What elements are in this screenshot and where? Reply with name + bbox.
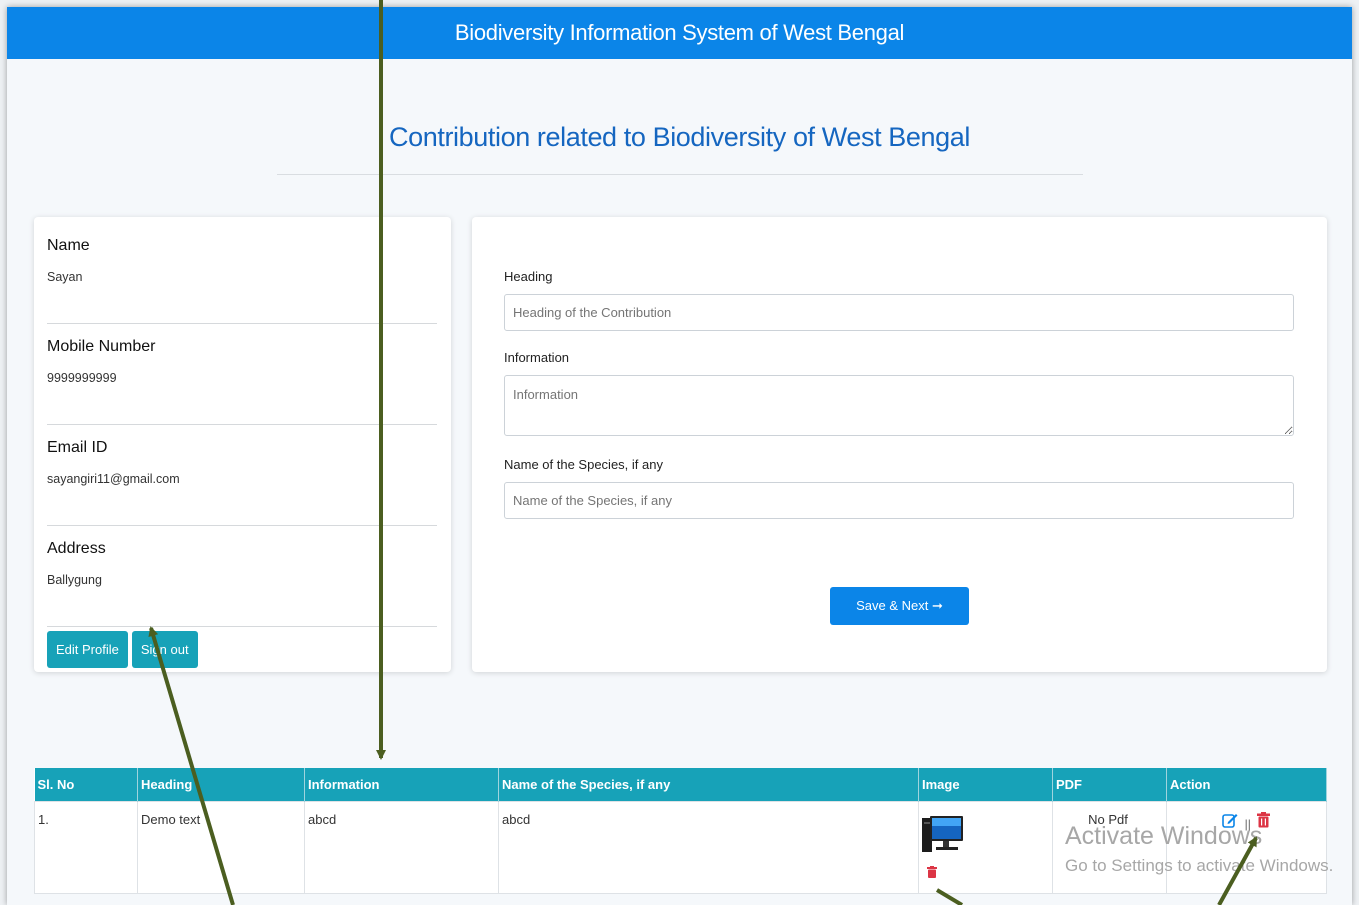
cell-image [918, 800, 1053, 894]
edit-profile-button[interactable]: Edit Profile [47, 631, 128, 668]
cell-sl-no: 1. [34, 800, 138, 894]
profile-card: Name Sayan Mobile Number 9999999999 Emai… [34, 217, 451, 672]
heading-label: Heading [504, 269, 553, 284]
action-separator: || [1244, 816, 1251, 831]
field-label: Name [47, 237, 90, 254]
field-label: Address [47, 540, 106, 557]
table-header-row: Sl. No Heading Information Name of the S… [34, 768, 1327, 801]
column-header: Sl. No [34, 768, 138, 801]
page-title: Contribution related to Biodiversity of … [389, 122, 970, 152]
site-title: Biodiversity Information System of West … [454, 20, 905, 45]
cell-heading: Demo text [137, 800, 305, 894]
field-value: sayangiri11@gmail.com [47, 472, 180, 486]
profile-actions: Edit Profile Sign out [47, 631, 437, 668]
species-input[interactable] [504, 482, 1294, 519]
table-row: 1. Demo text abcd abcd No Pdf || [34, 800, 1327, 894]
delete-icon[interactable] [1257, 811, 1271, 828]
column-header: Name of the Species, if any [498, 768, 919, 801]
cell-action: || [1166, 800, 1327, 894]
field-value: Ballygung [47, 573, 102, 587]
title-divider [277, 174, 1083, 175]
profile-field-address: Address Ballygung [47, 540, 437, 627]
sign-out-button[interactable]: Sign out [131, 631, 198, 668]
contributions-table: Sl. No Heading Information Name of the S… [34, 768, 1327, 894]
column-header: Image [918, 768, 1053, 801]
save-next-button[interactable]: Save & Next ➞ [830, 587, 969, 625]
cell-pdf: No Pdf [1052, 800, 1167, 894]
field-label: Mobile Number [47, 338, 156, 355]
cell-information: abcd [304, 800, 499, 894]
information-textarea[interactable] [504, 375, 1294, 436]
field-label: Email ID [47, 439, 108, 456]
contribution-form: Heading Information Name of the Species,… [472, 217, 1327, 672]
column-header: Information [304, 768, 499, 801]
edit-icon[interactable] [1222, 812, 1238, 828]
column-header: Heading [137, 768, 305, 801]
species-label: Name of the Species, if any [504, 457, 663, 472]
heading-input[interactable] [504, 294, 1294, 331]
top-bar: Biodiversity Information System of West … [7, 7, 1352, 59]
app-frame: Biodiversity Information System of West … [7, 7, 1352, 905]
profile-field-email: Email ID sayangiri11@gmail.com [47, 439, 437, 526]
profile-field-name: Name Sayan [47, 237, 437, 324]
field-value: Sayan [47, 270, 83, 284]
delete-image-icon[interactable] [927, 865, 937, 878]
column-header: PDF [1052, 768, 1167, 801]
information-label: Information [504, 350, 570, 365]
column-header: Action [1166, 768, 1327, 801]
profile-field-mobile: Mobile Number 9999999999 [47, 338, 437, 425]
computer-monitor-icon[interactable] [922, 814, 964, 862]
field-value: 9999999999 [47, 371, 117, 385]
cell-species: abcd [498, 800, 919, 894]
